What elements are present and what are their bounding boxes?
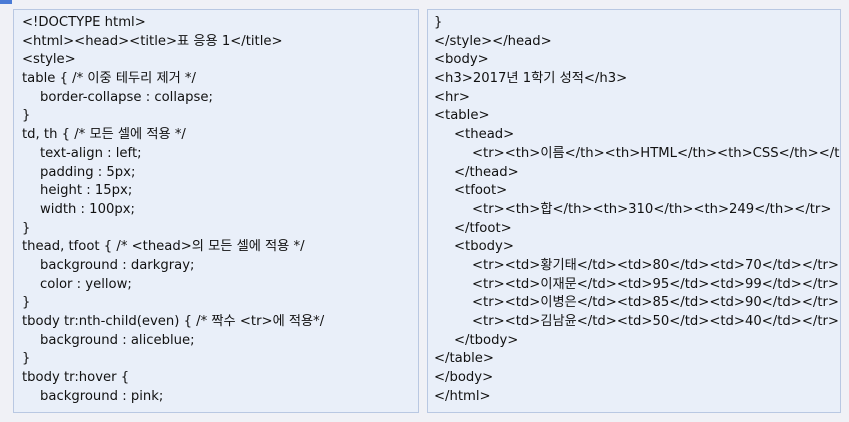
code-line: <hr> (434, 89, 470, 105)
code-line: <tr><td>김남윤</td><td>50</td><td>40</td></… (472, 314, 839, 329)
code-line: width : 100px; (40, 201, 135, 217)
code-line: } (22, 108, 31, 124)
code-line: <thead> (454, 127, 515, 143)
code-line: <tbody> (454, 239, 514, 255)
code-line: } (22, 351, 31, 367)
code-line: <tr><td>이재문</td><td>95</td><td>99</td></… (472, 276, 839, 292)
code-line: </table> (434, 351, 494, 367)
code-line: color : yellow; (40, 276, 132, 292)
code-line: <h3>2017년 1학기 성적</h3> (434, 71, 628, 87)
code-line: <tr><td>이병은</td><td>85</td><td>90</td></… (472, 295, 839, 311)
code-line: background : aliceblue; (40, 332, 195, 348)
code-line: } (434, 15, 443, 30)
code-line: <!DOCTYPE html> (22, 15, 146, 30)
right-code-panel: } </style></head> <body> <h3>2017년 1학기 성적</… (427, 9, 841, 413)
code-line: } (22, 295, 31, 311)
code-line: <html><head><title>표 응용 1</title> (22, 33, 283, 49)
code-line: border-collapse : collapse; (40, 89, 213, 105)
code-line: <tr><td>황기태</td><td>80</td><td>70</td></… (472, 257, 839, 273)
code-line: <tr><th>합</th><th>310</th><th>249</th></… (472, 201, 832, 217)
code-line: text-align : left; (40, 145, 142, 161)
code-line: padding : 5px; (40, 164, 136, 180)
code-line: background : darkgray; (40, 257, 195, 273)
code-line: </thead> (454, 164, 519, 180)
code-line: </tbody> (454, 332, 519, 348)
code-line: <tr><th>이름</th><th>HTML</th><th>CSS</th>… (472, 145, 840, 161)
code-line: background : pink; (40, 388, 164, 404)
code-line: thead, tfoot { /* <thead>의 모든 셀에 적용 */ (22, 239, 305, 255)
code-line: height : 15px; (40, 183, 133, 199)
code-line: <tfoot> (454, 183, 508, 199)
code-line: </html> (434, 388, 491, 404)
code-line: </style></head> (434, 33, 552, 49)
top-accent-bar (0, 0, 12, 4)
code-line: } (22, 220, 31, 236)
code-line: <style> (22, 52, 76, 68)
code-line: tbody tr:hover { (22, 370, 130, 386)
code-line: </body> (434, 370, 494, 386)
code-line: </tfoot> (454, 220, 512, 236)
code-line: <table> (434, 108, 490, 124)
code-line: table { /* 이중 테두리 제거 */ (22, 71, 196, 87)
code-line: <body> (434, 52, 489, 68)
left-code-panel: <!DOCTYPE html> <html><head><title>표 응용 1… (13, 9, 419, 413)
code-line: tbody tr:nth-child(even) { /* 짝수 <tr>에 적… (22, 314, 325, 329)
code-line: td, th { /* 모든 셀에 적용 */ (22, 127, 186, 143)
